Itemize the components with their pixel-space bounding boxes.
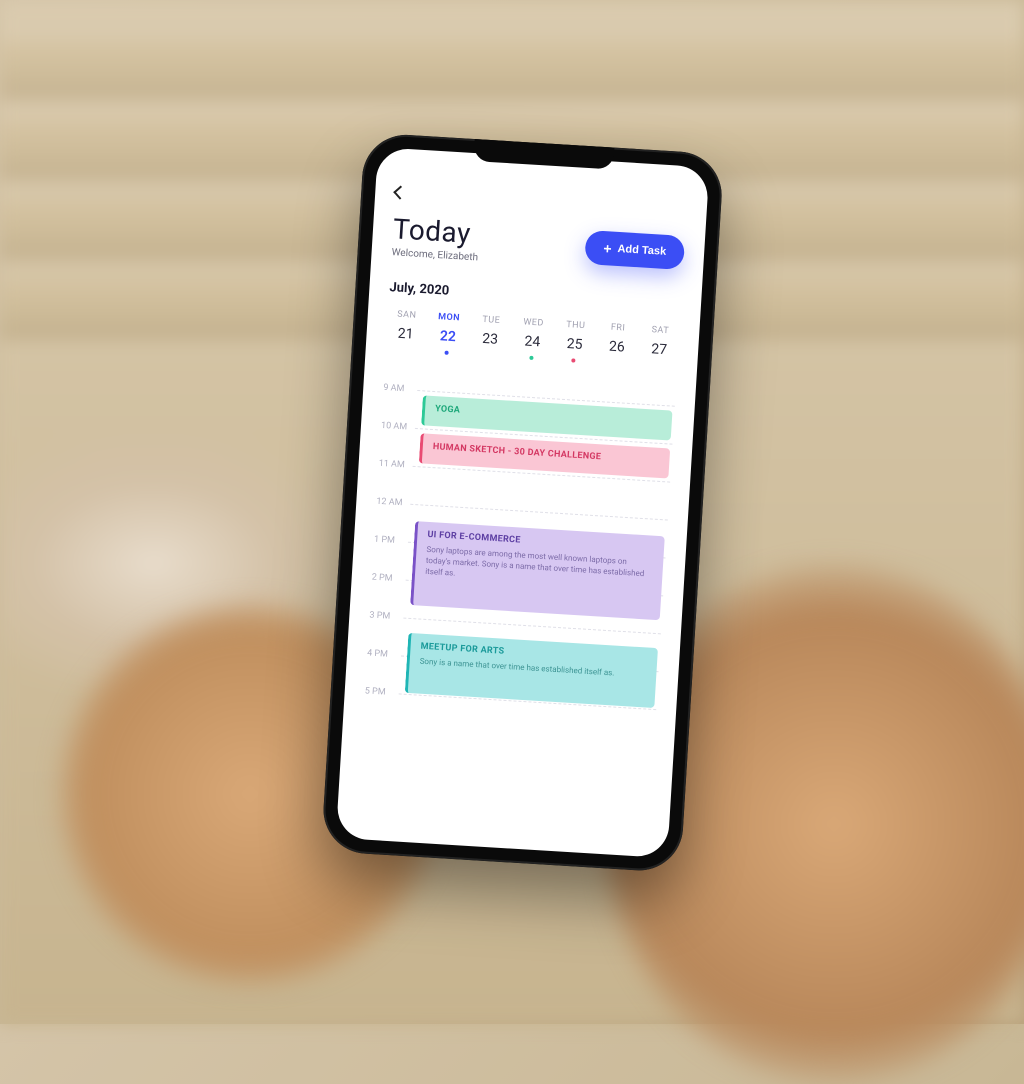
hour-label: 4 PM — [367, 648, 402, 660]
day-of-week-label: THU — [566, 320, 586, 331]
day-21[interactable]: SAN 21 — [388, 309, 425, 353]
day-of-week-label: FRI — [611, 323, 626, 334]
back-icon[interactable] — [393, 186, 407, 200]
event-title: HUMAN SKETCH - 30 DAY CHALLENGE — [433, 442, 660, 466]
day-of-week-label: SAT — [651, 325, 669, 336]
day-number: 21 — [397, 326, 414, 343]
day-26[interactable]: FRI 26 — [599, 322, 636, 366]
add-task-label: Add Task — [617, 243, 666, 258]
hour-label: 1 PM — [374, 535, 409, 547]
hour-label: 12 AM — [376, 497, 411, 509]
day-of-week-label: MON — [438, 312, 461, 323]
event-card[interactable]: MEETUP FOR ARTSSony is a name that over … — [405, 633, 658, 708]
month-label: July, 2020 — [389, 280, 681, 313]
hour-label: 5 PM — [364, 686, 399, 698]
day-24[interactable]: WED 24 — [514, 317, 551, 361]
day-of-week-label: TUE — [482, 315, 500, 326]
event-card[interactable]: UI FOR E-COMMERCESony laptops are among … — [410, 521, 665, 620]
hour-label: 9 AM — [383, 383, 418, 395]
hour-label: 11 AM — [378, 459, 413, 471]
day-number: 24 — [524, 333, 541, 350]
event-card[interactable]: HUMAN SKETCH - 30 DAY CHALLENGE — [419, 433, 670, 478]
day-of-week-label: SAN — [397, 310, 417, 321]
day-number: 26 — [609, 339, 626, 356]
hour-label: 3 PM — [369, 610, 404, 622]
plus-icon: + — [603, 241, 612, 255]
phone-mockup: Today Welcome, Elizabeth + Add Task July… — [321, 132, 724, 873]
event-title: YOGA — [435, 404, 662, 428]
page-title: Today — [392, 212, 480, 250]
event-dot — [445, 351, 449, 355]
events-layer: YOGA HUMAN SKETCH - 30 DAY CHALLENGE UI FO… — [396, 371, 676, 847]
week-strip: SAN 21 MON 22 TUE 23 WED 24 THU 25 FRI 26 SAT 27 — [386, 309, 680, 369]
day-number: 27 — [651, 341, 668, 358]
day-23[interactable]: TUE 23 — [472, 314, 509, 358]
day-number: 22 — [439, 328, 456, 345]
day-27[interactable]: SAT 27 — [641, 325, 678, 369]
event-card[interactable]: YOGA — [421, 395, 672, 440]
hour-label: 2 PM — [371, 573, 406, 585]
app-screen: Today Welcome, Elizabeth + Add Task July… — [336, 147, 710, 858]
hour-label: 10 AM — [381, 421, 416, 433]
day-number: 25 — [566, 336, 583, 353]
day-of-week-label: WED — [523, 317, 544, 328]
event-dot — [572, 358, 576, 362]
timeline: 9 AM10 AM11 AM12 AM1 PM2 PM3 PM4 PM5 PMY… — [356, 369, 676, 847]
add-task-button[interactable]: + Add Task — [584, 230, 685, 270]
day-number: 23 — [482, 331, 499, 348]
day-22[interactable]: MON 22 — [430, 312, 467, 356]
page-header: Today Welcome, Elizabeth + Add Task — [391, 212, 685, 276]
event-dot — [529, 356, 533, 360]
day-25[interactable]: THU 25 — [557, 320, 594, 364]
